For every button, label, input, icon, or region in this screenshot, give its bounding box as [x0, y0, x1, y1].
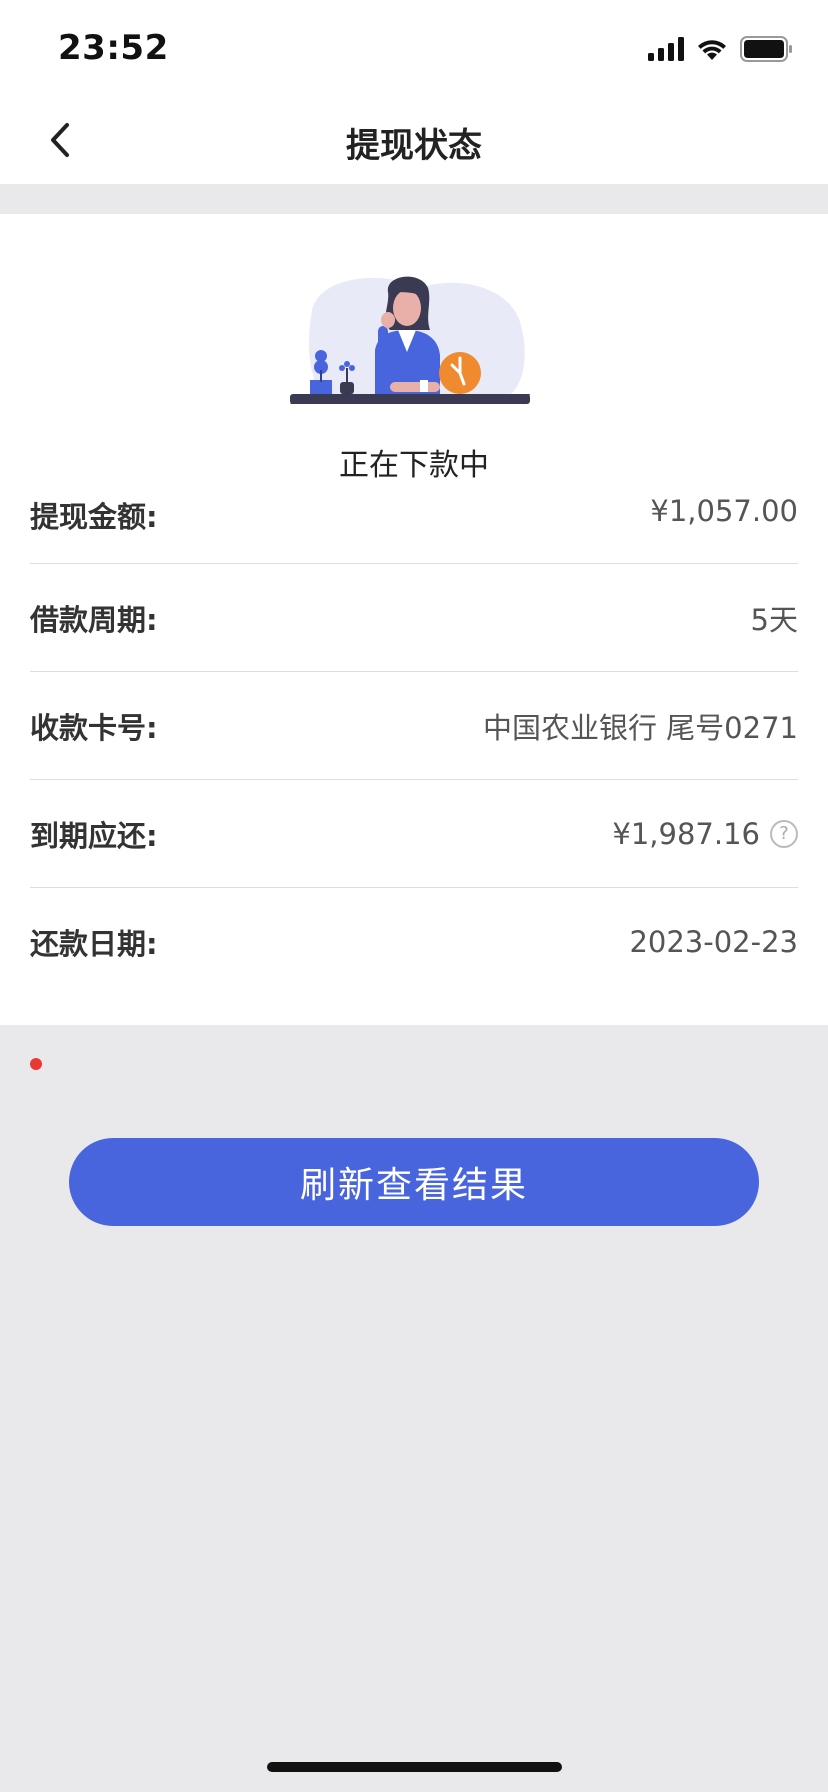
detail-value: 2023-02-23	[629, 925, 798, 959]
detail-row-amount: 提现金额: ¥1,057.00	[30, 484, 798, 564]
status-text: 正在下款中	[339, 448, 489, 483]
woman-waiting-illustration	[290, 276, 530, 404]
page-title: 提现状态	[346, 126, 482, 166]
status-time: 23:52	[58, 28, 169, 68]
detail-label: 提现金额:	[30, 500, 158, 534]
home-indicator	[267, 1762, 562, 1772]
detail-value-wrap: ¥1,987.16 ?	[612, 817, 798, 851]
detail-label: 收款卡号:	[30, 710, 158, 745]
detail-row-due-amount: 到期应还: ¥1,987.16 ?	[30, 780, 798, 888]
wifi-icon	[698, 40, 726, 60]
detail-row-due-date: 还款日期: 2023-02-23	[30, 888, 798, 996]
detail-value: ¥1,987.16	[612, 816, 760, 851]
detail-label: 借款周期:	[30, 602, 158, 637]
notice-dot	[30, 1058, 42, 1070]
detail-label: 还款日期:	[30, 927, 158, 961]
detail-row-period: 借款周期: 5天	[30, 564, 798, 672]
battery-icon	[740, 36, 792, 62]
withdrawal-status-card: 正在下款中 提现金额: ¥1,057.00 借款周期: 5天 收款卡号: 中国农…	[0, 214, 828, 1025]
nav-bar: 提现状态	[0, 96, 828, 184]
detail-list: 提现金额: ¥1,057.00 借款周期: 5天 收款卡号: 中国农业银行 尾号…	[30, 484, 798, 996]
refresh-result-button[interactable]: 刷新查看结果	[69, 1138, 759, 1226]
detail-value: 中国农业银行 尾号0271	[482, 710, 798, 745]
status-bar: 23:52	[0, 0, 828, 96]
status-icons	[648, 34, 794, 64]
signal-icon	[648, 37, 684, 61]
detail-label: 到期应还:	[30, 818, 158, 853]
detail-value: ¥1,057.00	[650, 494, 798, 528]
detail-row-card: 收款卡号: 中国农业银行 尾号0271	[30, 672, 798, 780]
detail-value: 5天	[750, 602, 798, 637]
help-icon[interactable]: ?	[770, 819, 798, 848]
